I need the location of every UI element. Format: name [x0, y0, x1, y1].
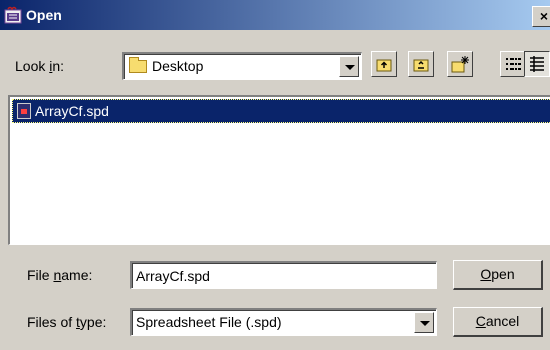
close-button[interactable]: ×: [532, 6, 550, 27]
list-view-button[interactable]: [500, 51, 526, 77]
open-button[interactable]: Open: [453, 260, 543, 290]
title-bar: Open ×: [0, 0, 550, 30]
look-in-value: Desktop: [152, 58, 204, 74]
file-type-label: Files of type:: [27, 314, 107, 330]
details-view-icon: [530, 56, 544, 72]
file-name-label: File name:: [27, 267, 93, 283]
file-name-input[interactable]: [130, 261, 437, 289]
details-view-button[interactable]: [524, 51, 550, 77]
file-list[interactable]: ArrayCf.spd: [8, 95, 550, 245]
chevron-down-icon[interactable]: [339, 56, 359, 77]
home-button[interactable]: [408, 51, 434, 77]
home-folder-icon: [413, 59, 429, 72]
list-view-icon: [506, 58, 521, 70]
file-item-name: ArrayCf.spd: [35, 103, 109, 119]
look-in-dropdown[interactable]: Desktop: [122, 52, 362, 80]
list-item[interactable]: ArrayCf.spd: [12, 99, 550, 123]
chevron-down-icon[interactable]: [414, 312, 434, 333]
spreadsheet-file-icon: [17, 103, 31, 119]
file-type-value: Spreadsheet File (.spd): [136, 314, 282, 330]
up-one-level-button[interactable]: [371, 51, 397, 77]
window-title: Open: [26, 7, 62, 23]
folder-icon: [129, 57, 147, 73]
new-folder-icon: [451, 56, 469, 73]
new-folder-button[interactable]: [447, 51, 473, 77]
up-folder-icon: [376, 59, 392, 72]
java-app-icon: [4, 6, 22, 24]
close-icon: ×: [539, 8, 549, 24]
look-in-label: Look in:: [15, 58, 65, 74]
file-type-dropdown[interactable]: Spreadsheet File (.spd): [130, 308, 437, 336]
cancel-button[interactable]: Cancel: [453, 307, 543, 337]
